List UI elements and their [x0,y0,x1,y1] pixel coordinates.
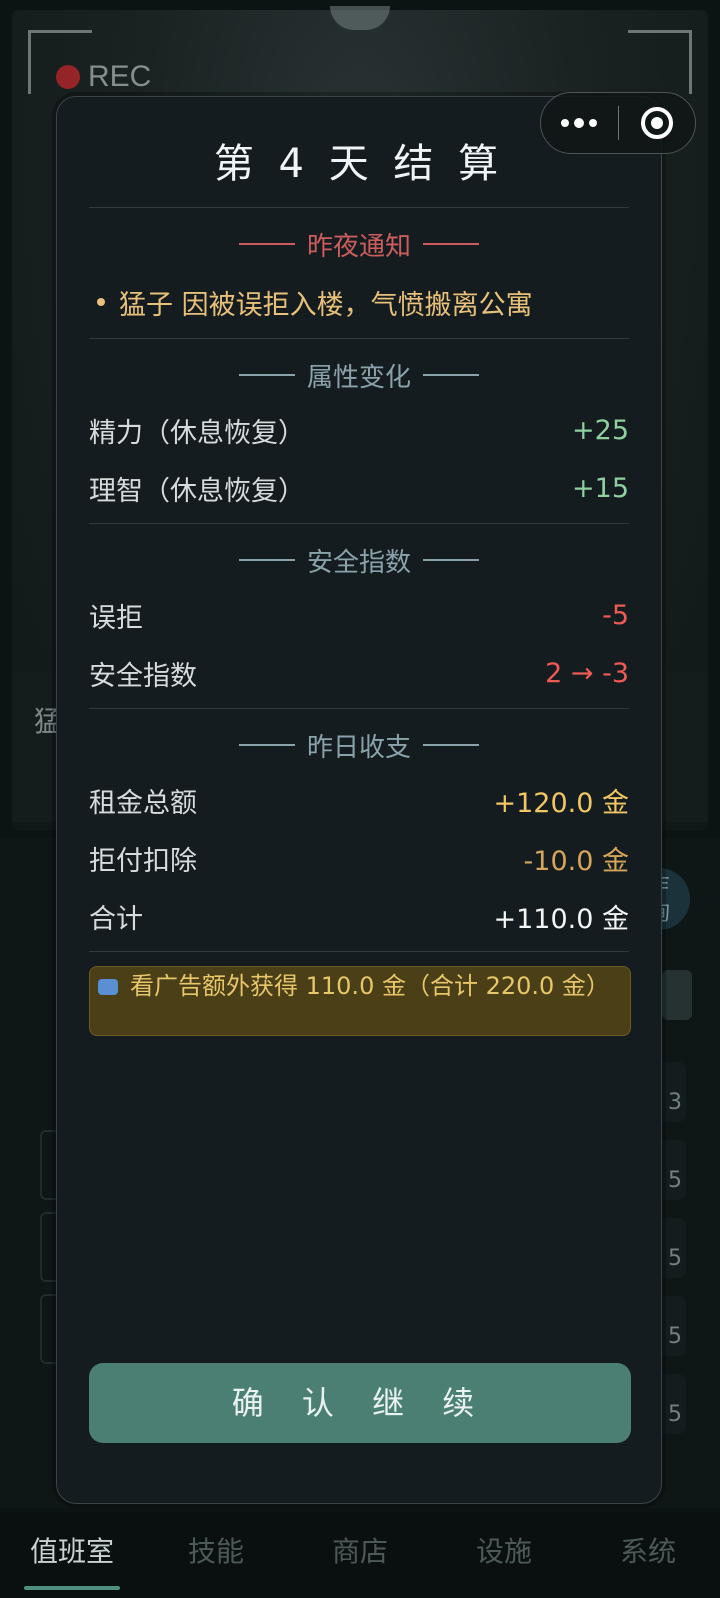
divider [89,207,629,208]
row-value: -5 [602,599,629,631]
row-value: +110.0 金 [493,903,629,935]
row-label: 误拒 [89,602,143,634]
row-label: 理智（休息恢复） [89,475,305,507]
income-row: 合计 +110.0 金 [89,887,629,945]
notice-section-title: 昨夜通知 [89,224,629,264]
safety-row: 安全指数 2 → -3 [89,644,629,702]
safety-list: 误拒 -5 安全指数 2 → -3 [89,586,629,702]
tab-system[interactable]: 系统 [588,1530,708,1570]
app-screen: REC 猛 乍询 3 5 5 5 5 第 4 天 结 算 昨夜通知 猛子 因被误… [0,0,720,1598]
rec-dot-icon [56,65,80,89]
ad-offer-text: 看广告额外获得 110.0 金（合计 220.0 金） [130,972,610,1000]
tab-duty-room[interactable]: 值班室 [12,1530,132,1590]
ad-video-icon [98,979,118,995]
row-value: +25 [572,414,629,446]
divider [89,951,629,952]
divider [89,338,629,339]
divider [89,708,629,709]
row-label: 精力（休息恢复） [89,417,305,449]
notice-item: 猛子 因被误拒入楼，气愤搬离公寓 [89,282,629,322]
attribute-row: 理智（休息恢复） +15 [89,459,629,517]
row-value: 2 → -3 [545,657,629,689]
rec-indicator: REC [56,60,151,94]
confirm-continue-button[interactable]: 确 认 继 续 [89,1363,631,1443]
attributes-list: 精力（休息恢复） +25 理智（休息恢复） +15 [89,401,629,517]
row-label: 拒付扣除 [89,845,197,877]
attributes-section-title: 属性变化 [89,355,629,395]
settlement-dialog: 第 4 天 结 算 昨夜通知 猛子 因被误拒入楼，气愤搬离公寓 属性变化 精力（… [56,96,662,1504]
tab-skills[interactable]: 技能 [156,1530,276,1570]
row-label: 租金总额 [89,787,197,819]
tab-shop[interactable]: 商店 [300,1530,420,1570]
row-label: 安全指数 [89,660,197,692]
income-row: 拒付扣除 -10.0 金 [89,829,629,887]
row-value: +120.0 金 [493,787,629,819]
attribute-row: 精力（休息恢复） +25 [89,401,629,459]
mini-program-capsule [540,92,696,154]
more-dots-icon[interactable] [541,93,618,153]
bullet-icon [97,298,105,306]
income-list: 租金总额 +120.0 金 拒付扣除 -10.0 金 合计 +110.0 金 [89,771,629,945]
close-target-icon[interactable] [619,93,696,153]
camera-frame-corner [628,30,692,94]
safety-row: 误拒 -5 [89,586,629,644]
income-row: 租金总额 +120.0 金 [89,771,629,829]
bottom-nav: 值班室 技能 商店 设施 系统 [0,1512,720,1598]
row-value: -10.0 金 [523,845,629,877]
safety-section-title: 安全指数 [89,540,629,580]
watch-ad-bonus-button[interactable]: 看广告额外获得 110.0 金（合计 220.0 金） [89,966,631,1036]
side-bar [662,970,692,1020]
income-section-title: 昨日收支 [89,725,629,765]
tab-facilities[interactable]: 设施 [444,1530,564,1570]
row-label: 合计 [89,903,143,935]
notice-text: 猛子 因被误拒入楼，气愤搬离公寓 [119,289,533,321]
row-value: +15 [572,472,629,504]
divider [89,523,629,524]
rec-label: REC [88,60,152,93]
